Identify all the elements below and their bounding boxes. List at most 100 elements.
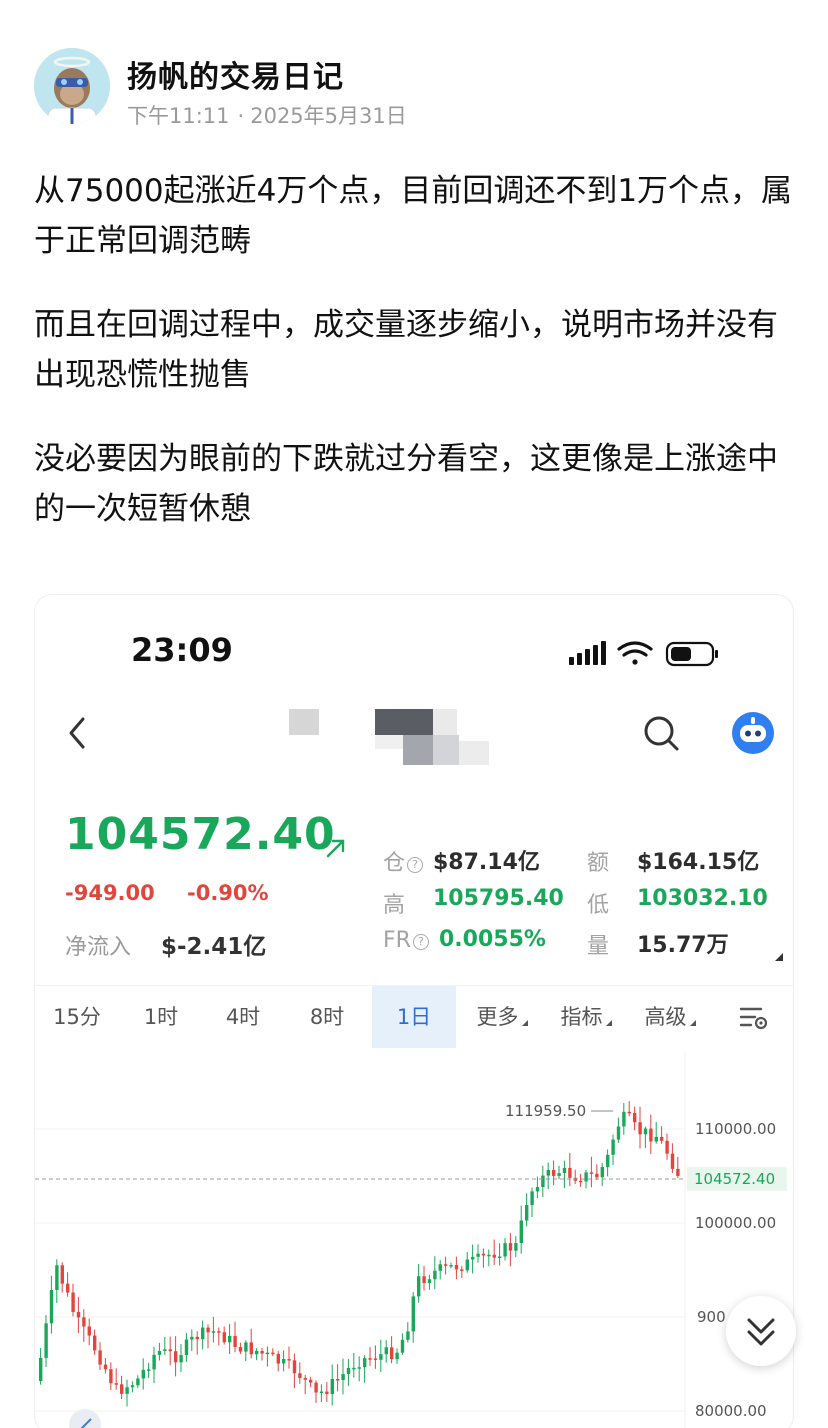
open-interest-label: 仓? (383, 845, 424, 877)
candle-body (589, 1172, 594, 1174)
amount-label: 额 (587, 851, 610, 876)
candle-body (82, 1317, 86, 1327)
candle-body (546, 1169, 550, 1176)
candle-body (319, 1391, 324, 1394)
y-tick-label: 100000.00 (695, 1214, 776, 1232)
candle-body (109, 1369, 113, 1384)
candle-body (373, 1358, 378, 1360)
tab-8h[interactable]: 8时 (291, 986, 363, 1048)
back-arrow-icon[interactable] (63, 713, 93, 753)
avatar-illustration (34, 48, 110, 124)
candle-body (238, 1347, 243, 1352)
attached-screenshot[interactable]: 23:09 104572.40 -949.00 -0.90% 净流入 $-2.4… (34, 594, 794, 1428)
candle-body (352, 1367, 356, 1370)
candle-body (244, 1342, 248, 1352)
candle-body (157, 1351, 162, 1355)
ai-assistant-icon[interactable] (731, 711, 775, 755)
candle-body (357, 1367, 361, 1369)
candle-body (255, 1350, 259, 1355)
candle-body (222, 1332, 226, 1343)
candle-body (606, 1154, 610, 1168)
candle-body (627, 1111, 631, 1114)
candle-body (444, 1264, 448, 1266)
tab-4h[interactable]: 4时 (207, 986, 279, 1048)
search-icon[interactable] (641, 713, 681, 753)
high-label: 高 (383, 893, 406, 918)
post-time: 下午11:11 (127, 104, 230, 128)
candle-body (260, 1350, 264, 1354)
candle-body (174, 1351, 178, 1363)
candle-body (638, 1122, 642, 1135)
tab-15m[interactable]: 15分 (41, 986, 113, 1048)
candle-body (552, 1169, 556, 1176)
candle-body (330, 1378, 334, 1395)
low-label: 低 (587, 893, 610, 918)
candle-body (541, 1175, 545, 1188)
candle-body (103, 1364, 108, 1370)
candle-body (66, 1283, 70, 1293)
candle-body (184, 1339, 189, 1356)
candle-body (390, 1347, 394, 1360)
candle-body (147, 1369, 151, 1371)
expand-corner-icon[interactable] (775, 953, 783, 961)
drawing-tool-badge (69, 1409, 101, 1428)
tab-more[interactable]: 更多 (461, 986, 543, 1048)
dropdown-corner-icon (689, 1020, 696, 1026)
candle-body (141, 1369, 145, 1379)
status-bar-time: 23:09 (131, 631, 233, 669)
candle-body (206, 1327, 210, 1333)
scroll-down-button[interactable] (726, 1296, 796, 1366)
candle-body (325, 1391, 329, 1395)
candles-group (39, 1101, 680, 1407)
open-interest-value: $87.14亿 (433, 850, 540, 875)
candle-body (384, 1347, 388, 1355)
status-bar-icons (569, 641, 718, 667)
dropdown-corner-icon (521, 1020, 528, 1026)
tab-advanced[interactable]: 高级 (629, 986, 711, 1048)
candle-body (411, 1296, 415, 1332)
candle-body (76, 1311, 81, 1318)
volume-value: 15.77万 (637, 933, 729, 958)
candle-body (130, 1385, 135, 1388)
candle-body (136, 1378, 140, 1386)
candle-body (228, 1335, 232, 1343)
tab-1h[interactable]: 1时 (125, 986, 197, 1048)
post-meta: 下午11:11 · 2025年5月31日 (127, 100, 407, 130)
candle-body (395, 1352, 399, 1360)
chart-settings-icon[interactable] (739, 1004, 769, 1032)
candle-body (438, 1264, 442, 1271)
amount-value: $164.15亿 (637, 850, 760, 875)
battery-icon (665, 641, 718, 667)
candle-body (476, 1253, 480, 1257)
change-absolute: -949.00 (65, 881, 155, 905)
tab-indicators[interactable]: 指标 (545, 986, 627, 1048)
candle-body (120, 1384, 124, 1394)
candle-body (471, 1256, 475, 1260)
candle-body (449, 1265, 453, 1267)
net-inflow-value: $-2.41亿 (161, 934, 267, 960)
trend-up-arrow-icon (326, 839, 345, 858)
candle-body (287, 1359, 291, 1361)
candlestick-chart[interactable]: 104572.40 110000.00 100000.00 900 80000.… (35, 1051, 794, 1428)
candle-body (303, 1378, 307, 1380)
signal-icon (569, 641, 606, 665)
wifi-icon (617, 641, 653, 665)
candle-body (649, 1128, 653, 1142)
candle-body (660, 1136, 664, 1141)
candle-body (233, 1335, 237, 1348)
candle-body (363, 1358, 367, 1368)
candle-body (190, 1336, 194, 1340)
candle-body (314, 1382, 318, 1393)
current-price-tag-label: 104572.40 (694, 1170, 775, 1188)
y-tick-label: 900 (697, 1308, 726, 1326)
candle-body (282, 1359, 286, 1364)
candle-body (201, 1327, 205, 1340)
candle-body (503, 1243, 507, 1257)
net-inflow-label: 净流入 (65, 935, 132, 960)
post-date: 2025年5月31日 (250, 104, 407, 128)
candle-body (562, 1167, 567, 1174)
candle-body (514, 1243, 518, 1251)
author-avatar[interactable] (34, 48, 110, 124)
author-name[interactable]: 扬帆的交易日记 (127, 52, 344, 96)
tab-1d[interactable]: 1日 (372, 986, 456, 1048)
